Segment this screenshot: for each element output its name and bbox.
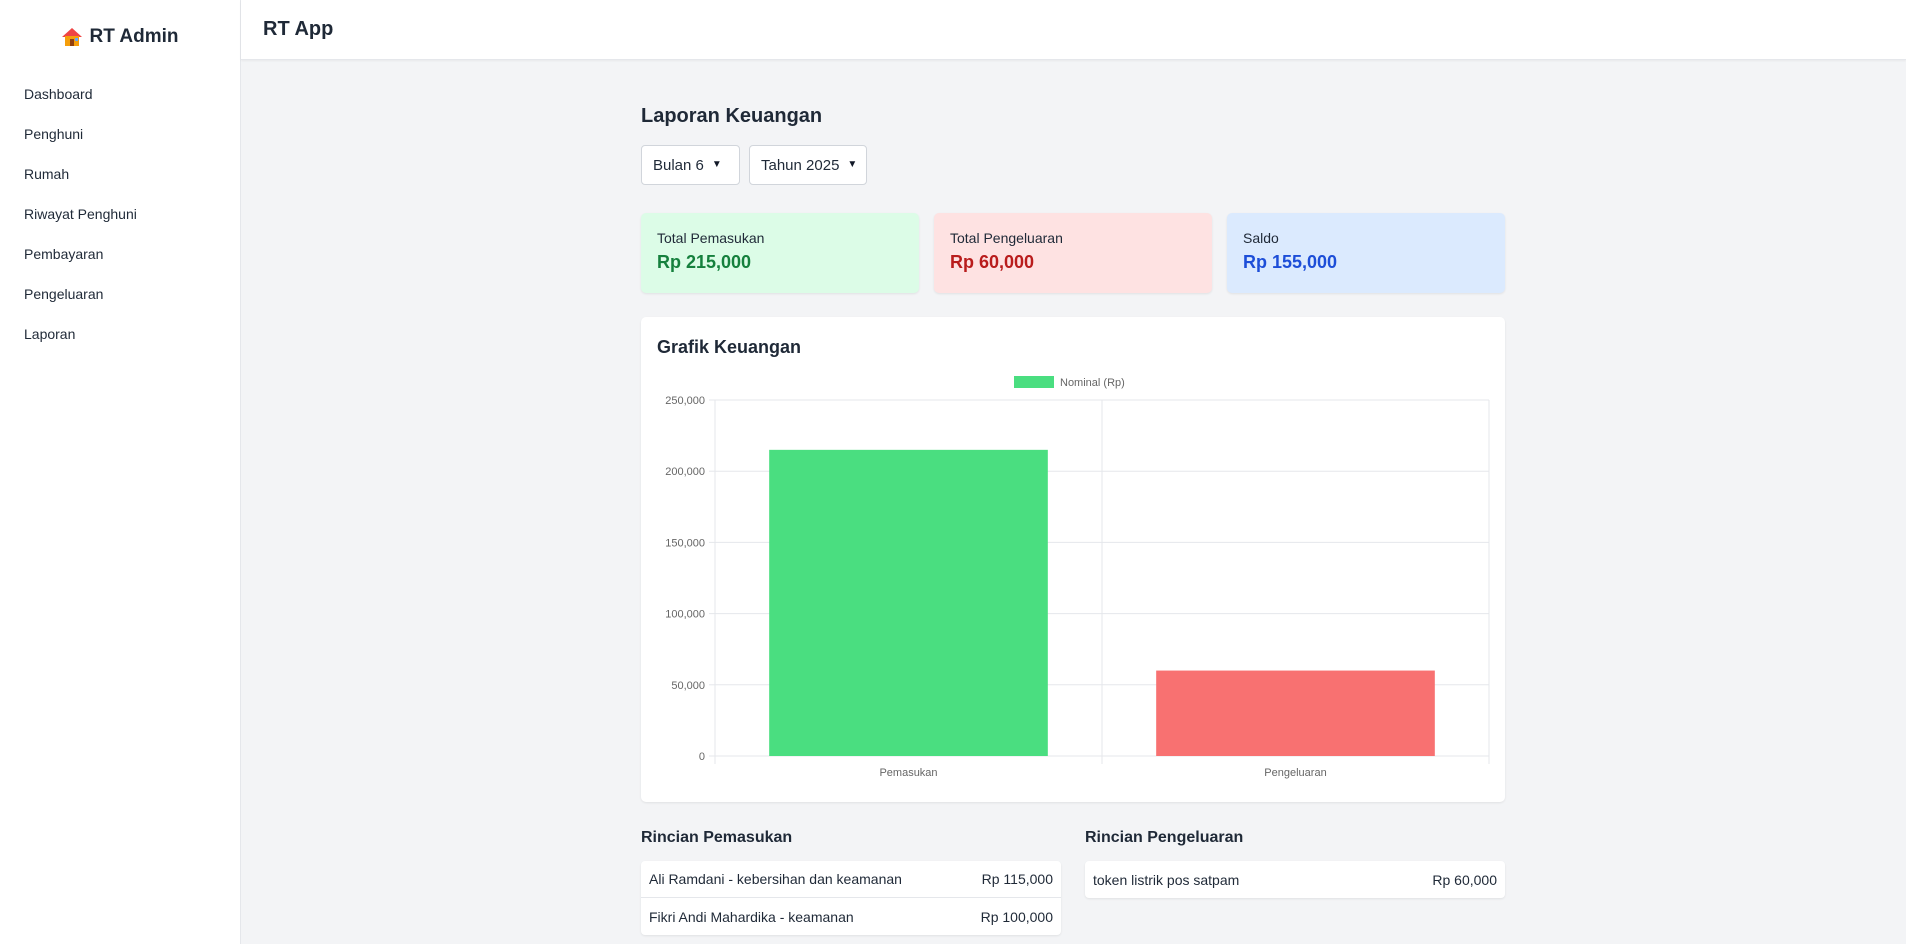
income-details: Rincian Pemasukan Ali Ramdani - kebersih… (641, 829, 1061, 935)
income-list: Ali Ramdani - kebersihan dan keamanan Rp… (641, 861, 1061, 935)
expense-card-label: Total Pengeluaran (950, 230, 1063, 246)
house-icon (61, 27, 83, 47)
income-card: Total Pemasukan Rp 215,000 (641, 213, 919, 293)
x-tick-label: Pengeluaran (1264, 767, 1326, 779)
income-desc: Ali Ramdani - kebersihan dan keamanan (649, 871, 902, 887)
y-tick-label: 100,000 (665, 609, 705, 621)
report-container: Laporan Keuangan Bulan 6 ▼ Tahun 2025 ▼ … (641, 102, 1505, 935)
income-card-value: Rp 215,000 (657, 252, 752, 272)
bar-pemasukan (769, 449, 1048, 756)
details-section: Rincian Pemasukan Ali Ramdani - kebersih… (641, 829, 1505, 935)
app-title: RT App (263, 18, 334, 40)
sidebar-nav: Dashboard Penghuni Rumah Riwayat Penghun… (0, 74, 240, 354)
app-header: RT App (241, 0, 1906, 60)
income-card-label: Total Pemasukan (657, 230, 765, 246)
income-desc: Fikri Andi Mahardika - keamanan (649, 908, 854, 925)
balance-card-value: Rp 155,000 (1243, 252, 1338, 272)
main: RT App Laporan Keuangan Bulan 6 ▼ Tahun … (241, 0, 1906, 944)
sidebar-item-penghuni[interactable]: Penghuni (0, 114, 240, 154)
bar-pengeluaran (1156, 670, 1435, 756)
balance-card: Saldo Rp 155,000 (1227, 213, 1505, 293)
summary-cards: Total Pemasukan Rp 215,000 Total Pengelu… (641, 213, 1505, 293)
month-select[interactable]: Bulan 6 ▼ (641, 145, 740, 185)
sidebar-item-rumah[interactable]: Rumah (0, 154, 240, 194)
sidebar-item-pengeluaran[interactable]: Pengeluaran (0, 274, 240, 314)
sidebar-item-dashboard[interactable]: Dashboard (0, 74, 240, 114)
chevron-down-icon: ▼ (711, 159, 722, 170)
y-tick-label: 50,000 (671, 680, 705, 692)
x-tick-label: Pemasukan (879, 767, 937, 779)
legend-swatch (1014, 376, 1054, 388)
expense-details-title: Rincian Pengeluaran (1085, 829, 1244, 846)
brand[interactable]: RT Admin (0, 0, 240, 74)
sidebar: RT Admin Dashboard Penghuni Rumah Riwaya… (0, 0, 241, 944)
year-select[interactable]: Tahun 2025 ▼ (749, 145, 867, 185)
month-select-value: Bulan 6 (653, 156, 704, 174)
expense-desc: token listrik pos satpam (1093, 871, 1240, 888)
year-select-value: Tahun 2025 (761, 156, 840, 174)
expense-details: Rincian Pengeluaran token listrik pos sa… (1085, 829, 1505, 935)
y-tick-label: 150,000 (665, 537, 705, 549)
list-item: Ali Ramdani - kebersihan dan keamanan Rp… (641, 861, 1061, 898)
bar-chart: 0 50,000 100,000 150,000 200,000 250,000 Pemas… (665, 376, 1490, 779)
filters: Bulan 6 ▼ Tahun 2025 ▼ (641, 145, 1505, 185)
expense-card: Total Pengeluaran Rp 60,000 (934, 213, 1212, 293)
y-tick-label: 250,000 (665, 395, 705, 407)
list-item: token listrik pos satpam Rp 60,000 (1085, 861, 1505, 898)
expense-card-value: Rp 60,000 (950, 252, 1035, 272)
expense-amount: Rp 60,000 (1432, 871, 1497, 888)
expense-list: token listrik pos satpam Rp 60,000 (1085, 861, 1505, 898)
chart-card: Grafik Keuangan 0 50,000 100,000 150,000 200… (641, 317, 1505, 802)
page-title: Laporan Keuangan (641, 105, 823, 127)
y-tick-label: 200,000 (665, 466, 705, 478)
income-amount: Rp 115,000 (981, 871, 1053, 887)
sidebar-item-pembayaran[interactable]: Pembayaran (0, 234, 240, 274)
balance-card-label: Saldo (1243, 230, 1279, 246)
list-item: Fikri Andi Mahardika - keamanan Rp 100,0… (641, 898, 1061, 935)
brand-name: RT Admin (89, 26, 179, 47)
chevron-down-icon: ▼ (847, 159, 858, 170)
sidebar-item-laporan[interactable]: Laporan (0, 314, 240, 354)
y-tick-label: 0 (699, 751, 705, 763)
sidebar-item-riwayat-penghuni[interactable]: Riwayat Penghuni (0, 194, 240, 234)
legend-label: Nominal (Rp) (1060, 377, 1125, 389)
income-amount: Rp 100,000 (980, 908, 1053, 925)
income-details-title: Rincian Pemasukan (641, 829, 793, 846)
content-area: Laporan Keuangan Bulan 6 ▼ Tahun 2025 ▼ … (241, 60, 1906, 944)
